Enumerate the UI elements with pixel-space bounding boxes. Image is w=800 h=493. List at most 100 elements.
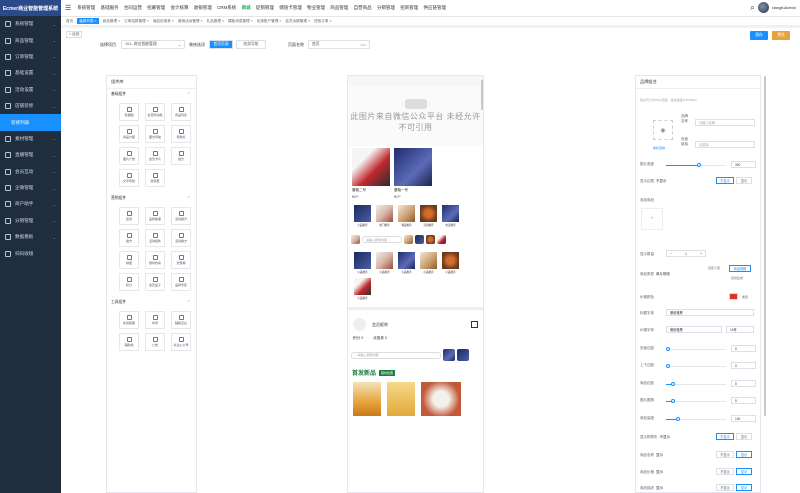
goods-price-hide-option[interactable]: 不显示 bbox=[716, 468, 734, 475]
sidebar-item[interactable]: 直播管理 ⌄ bbox=[0, 147, 61, 163]
grid-item[interactable]: 小品推荐 bbox=[354, 278, 371, 300]
phone-scrollbar[interactable] bbox=[481, 80, 483, 110]
tab-tag[interactable]: 装修列表 × bbox=[77, 18, 99, 24]
sidebar-item[interactable]: 订单管理 ⌄ bbox=[0, 49, 61, 65]
top-menu-item[interactable]: 系统管理 bbox=[77, 5, 95, 11]
border-show-option[interactable]: 显示 bbox=[736, 177, 752, 184]
page-margin-knob[interactable] bbox=[666, 347, 670, 351]
top-menu-item[interactable]: 物业管理 bbox=[307, 5, 325, 11]
component-item[interactable]: 文字导航 bbox=[119, 169, 139, 187]
product-image[interactable] bbox=[387, 382, 415, 416]
component-item[interactable]: 优惠券 bbox=[171, 251, 191, 269]
component-item[interactable]: 图文导航 bbox=[145, 125, 165, 143]
component-item[interactable]: 会员盒子 bbox=[145, 273, 165, 291]
avatar[interactable] bbox=[757, 2, 769, 13]
product-image[interactable] bbox=[353, 382, 381, 416]
goods-margin-knob[interactable] bbox=[671, 382, 676, 386]
top-menu-item[interactable]: 商城 bbox=[242, 5, 251, 11]
tab-tag[interactable]: 短信订单 × bbox=[314, 19, 331, 24]
sidebar-item[interactable]: 系统管理 ⌄ bbox=[0, 16, 61, 32]
padding-slider[interactable] bbox=[666, 366, 726, 367]
price-font-select[interactable]: 微软雅黑 bbox=[666, 326, 722, 333]
save-button[interactable]: 保存 bbox=[750, 31, 768, 40]
opt-goods[interactable]: 商品规格 bbox=[729, 265, 751, 272]
component-item[interactable]: 搜索框 bbox=[145, 169, 165, 187]
grid-item[interactable]: 小品推荐 bbox=[354, 205, 371, 227]
minus-icon[interactable]: − bbox=[670, 252, 672, 256]
top-menu-item[interactable]: 招商管理 bbox=[400, 5, 418, 11]
top-menu-item[interactable]: 供应链管理 bbox=[423, 5, 446, 11]
grid-item[interactable]: 小品推荐 bbox=[420, 252, 437, 274]
top-menu-item[interactable]: 基础服务 bbox=[101, 5, 119, 11]
component-item[interactable]: 辅助空白 bbox=[171, 311, 191, 329]
top-menu-item[interactable]: 收银管理 bbox=[194, 5, 212, 11]
top-menu-item[interactable]: 促销管理 bbox=[256, 5, 274, 11]
top-menu-item[interactable]: 招募管理 bbox=[147, 5, 165, 11]
top-menu-item[interactable]: 合同运营 bbox=[124, 5, 142, 11]
tab-tag[interactable]: 订单结算管理 × bbox=[124, 19, 149, 24]
reupload-link[interactable]: 重新选择 bbox=[653, 146, 665, 150]
tab-tag[interactable]: 优惠账户管理 × bbox=[257, 19, 282, 24]
phone-search-input-2[interactable]: ⌕ 请输入搜索内容 bbox=[351, 351, 441, 359]
component-item[interactable]: 魔方 bbox=[171, 147, 191, 165]
component-item[interactable]: 布局 bbox=[145, 311, 165, 329]
settings-scrollbar[interactable] bbox=[764, 76, 766, 416]
tab-tag[interactable]: 礼品管理 × bbox=[207, 19, 224, 24]
goods-name-show-option[interactable]: 显示 bbox=[736, 451, 752, 458]
top-menu-item[interactable]: 自营商品 bbox=[354, 5, 372, 11]
top-menu-item[interactable]: 商品管理 bbox=[330, 5, 348, 11]
grid-item[interactable]: 奢品推荐 bbox=[398, 205, 415, 227]
search-icon[interactable]: ⌕ bbox=[750, 3, 754, 13]
camera-icon[interactable]: ◉ bbox=[653, 120, 673, 140]
price-color-swatch[interactable] bbox=[729, 293, 738, 300]
price-color-reset[interactable]: 重置 bbox=[742, 295, 748, 299]
sidebar-item[interactable]: 商品管理 ⌄ bbox=[0, 32, 61, 48]
component-item[interactable]: 在线客服 bbox=[119, 311, 139, 329]
component-item[interactable]: 活动魔方 bbox=[171, 229, 191, 247]
grid-item[interactable]: 小品推荐 bbox=[442, 252, 459, 274]
component-item[interactable]: 品牌故事 bbox=[145, 207, 165, 225]
component-item[interactable]: 会员码功能 bbox=[145, 103, 165, 121]
component-group-header[interactable]: 工具组件 ⌃ bbox=[107, 297, 196, 308]
component-item[interactable]: 拼团 bbox=[119, 251, 139, 269]
add-product-icon[interactable]: + bbox=[641, 208, 663, 230]
component-item[interactable]: 活动组件 bbox=[145, 229, 165, 247]
shopping-show-option[interactable]: 显示 bbox=[736, 433, 752, 440]
goods-name-hide-option[interactable]: 不显示 bbox=[716, 451, 734, 458]
top-menu-item[interactable]: 分销管理 bbox=[377, 5, 395, 11]
goods-price-show-option[interactable]: 显示 bbox=[736, 468, 752, 475]
sidebar-item[interactable]: 分销管理 ⌄ bbox=[0, 213, 61, 229]
image-radius-input[interactable]: 5 bbox=[731, 397, 756, 404]
banner[interactable]: 此图片来自微信公众平台 未经允许不可引用 bbox=[348, 86, 483, 146]
component-item[interactable]: 商品列表 bbox=[171, 103, 191, 121]
padding-input[interactable]: 0 bbox=[731, 362, 756, 369]
sidebar-item[interactable]: 商户助手 ⌄ bbox=[0, 196, 61, 212]
product-image[interactable] bbox=[421, 382, 461, 416]
component-item[interactable]: 辅助线 bbox=[119, 333, 139, 351]
component-item[interactable]: 积分 bbox=[119, 273, 139, 291]
sidebar-item[interactable]: 扫码收银 bbox=[0, 245, 61, 261]
top-menu-item[interactable]: 会计核算 bbox=[170, 5, 188, 11]
top-menu-item[interactable]: CRM系统 bbox=[217, 5, 236, 11]
menu-toggle-icon[interactable]: ☰ bbox=[65, 4, 71, 12]
padding-knob[interactable] bbox=[666, 364, 670, 368]
sidebar-item[interactable]: 会员互动 ⌄ bbox=[0, 164, 61, 180]
qrcode-icon[interactable] bbox=[471, 321, 478, 328]
component-item[interactable]: 导航栏 bbox=[171, 125, 191, 143]
goods-height-knob[interactable] bbox=[676, 417, 680, 421]
username[interactable]: xiangfuAdmin bbox=[772, 5, 796, 10]
component-item[interactable]: 品牌专区 bbox=[171, 273, 191, 291]
goods-margin-input[interactable]: 5 bbox=[731, 380, 756, 387]
grid-item[interactable]: 热卖推荐 bbox=[442, 205, 459, 227]
component-item[interactable]: 轮播图 bbox=[119, 103, 139, 121]
component-item[interactable]: 图片广告 bbox=[119, 147, 139, 165]
grid-item[interactable]: 热门推荐 bbox=[376, 205, 393, 227]
sidebar-item[interactable]: 店铺装修 ⌄ bbox=[0, 98, 61, 114]
component-item[interactable]: 商品分组 bbox=[119, 125, 139, 143]
goods-desc-show-option[interactable]: 显示 bbox=[736, 484, 752, 491]
grid-item[interactable]: 小品推荐 bbox=[398, 252, 415, 274]
tab-tag[interactable]: 商品管理 × bbox=[103, 19, 120, 24]
brand-name-input[interactable]: 请输入品牌 bbox=[695, 119, 755, 126]
component-item[interactable]: 签到 bbox=[119, 207, 139, 225]
component-item[interactable]: 魔方 bbox=[119, 229, 139, 247]
